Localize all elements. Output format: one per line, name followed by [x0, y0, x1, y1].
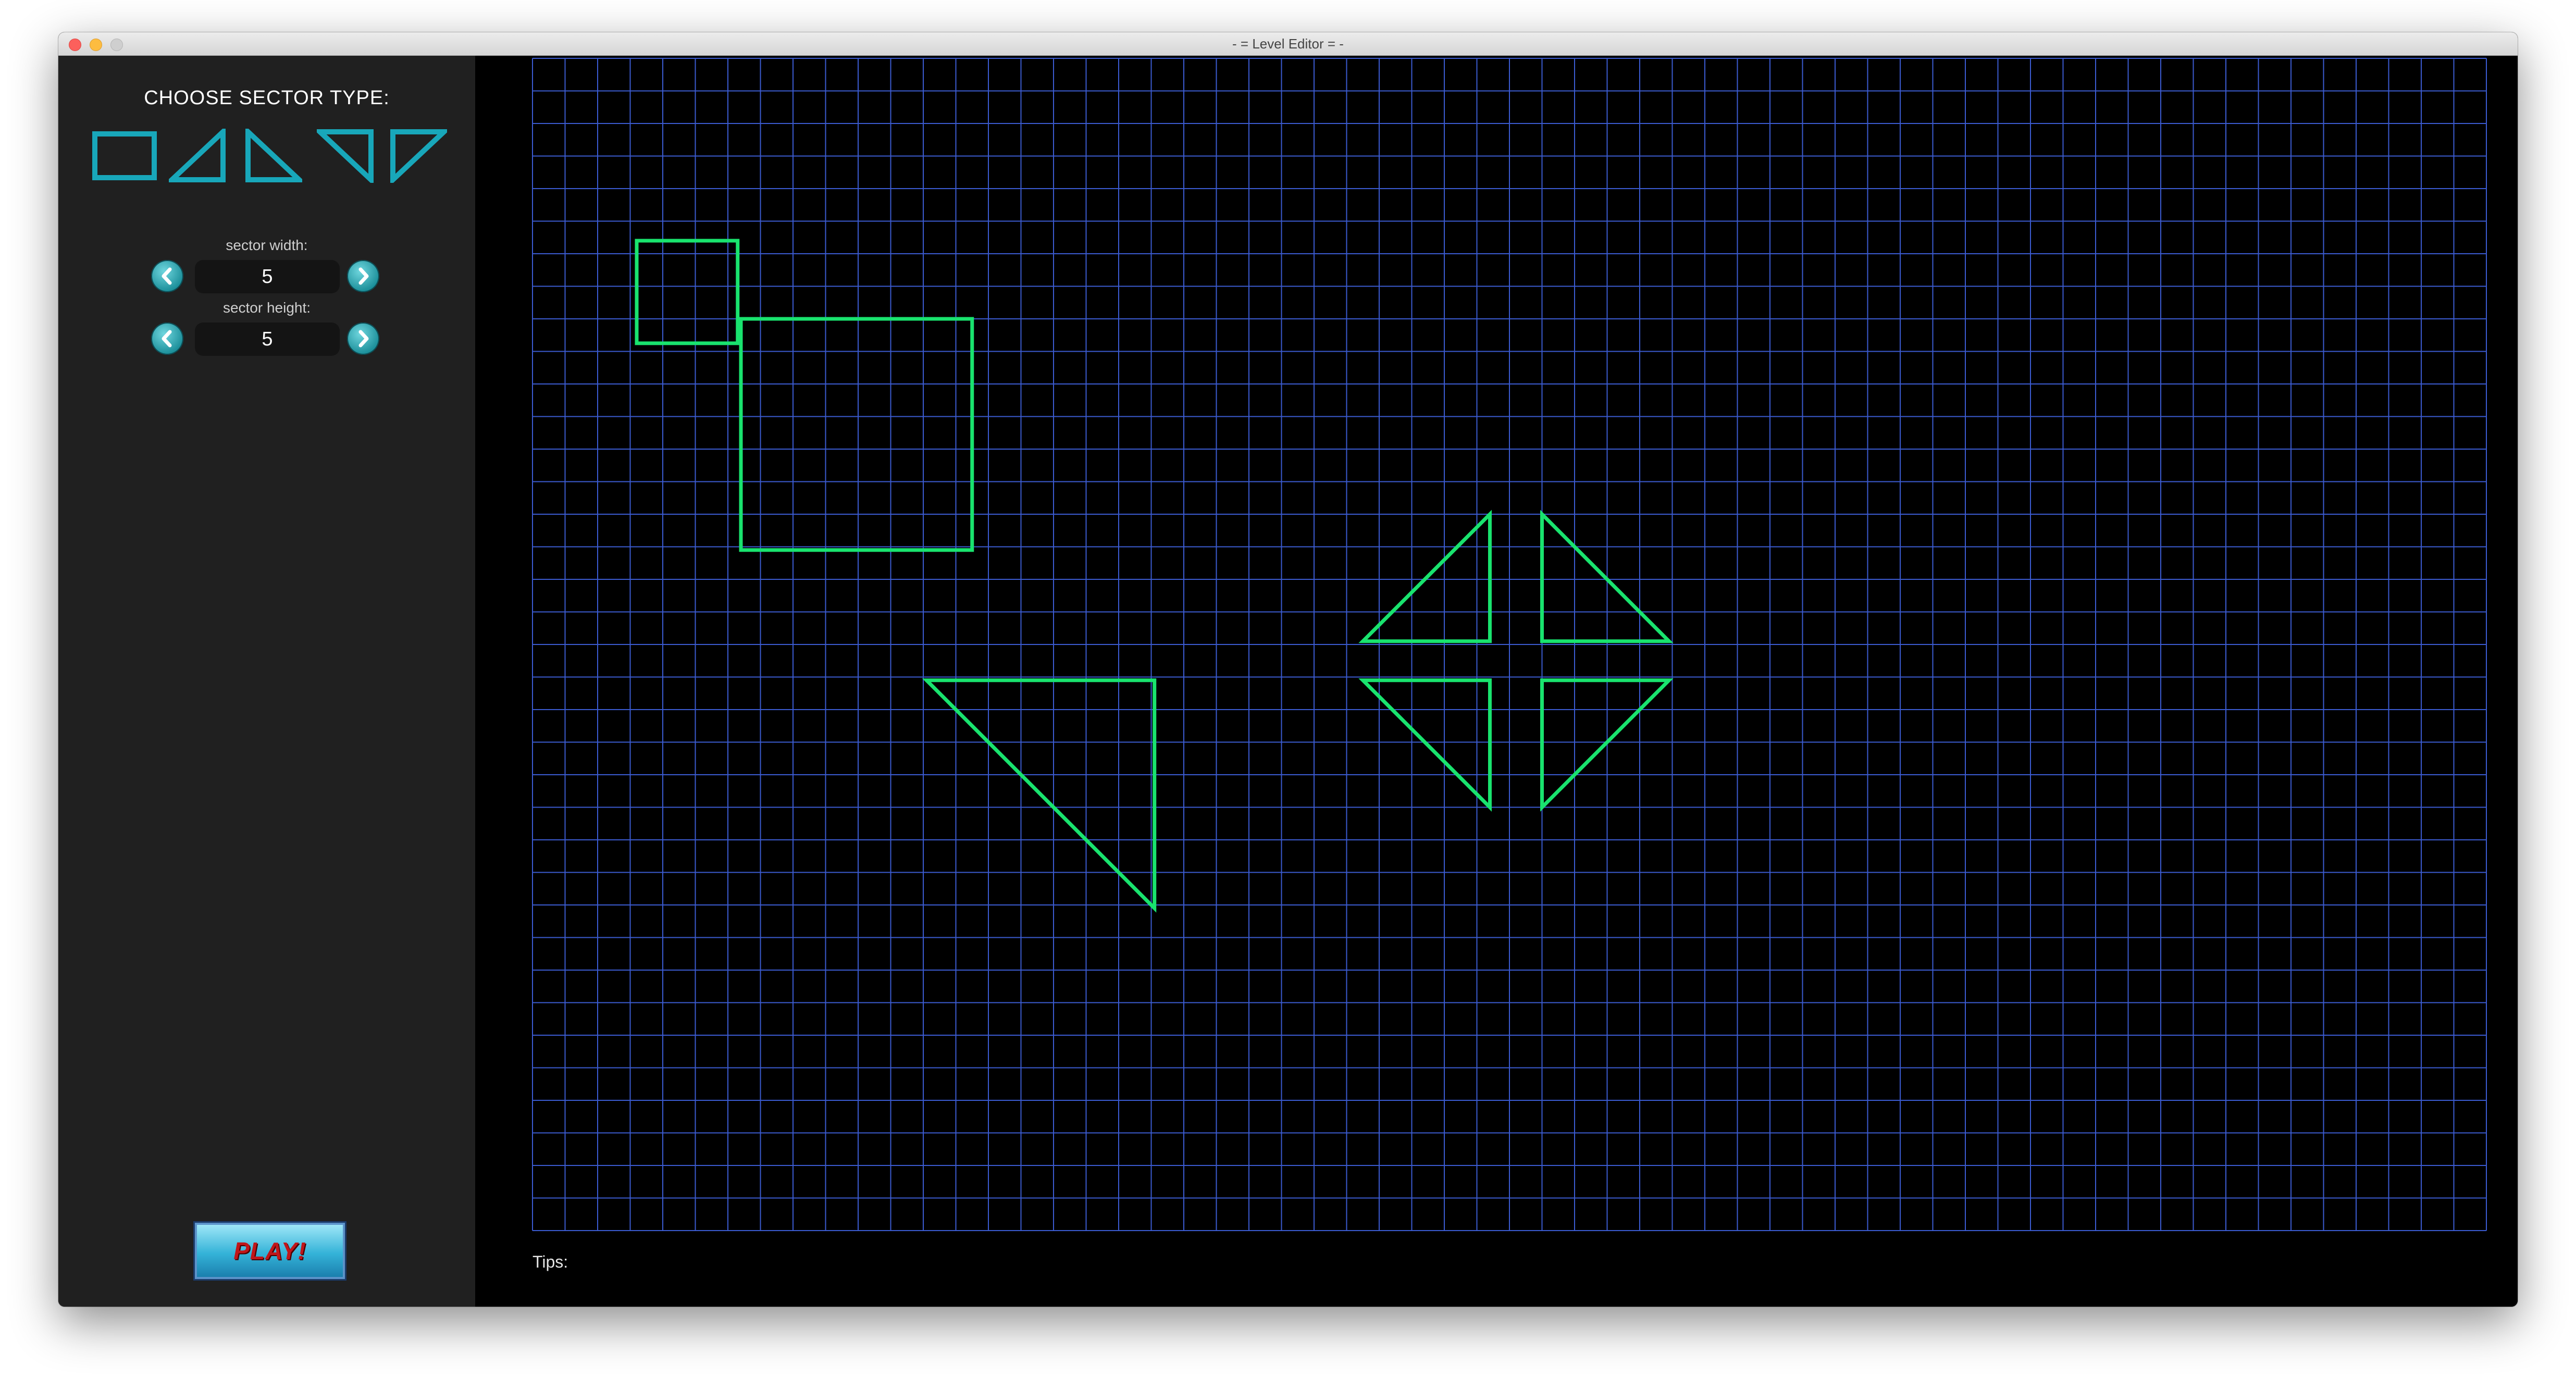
- sidebar-panel: CHOOSE SECTOR TYPE: sector width: 5 sect…: [58, 56, 475, 1307]
- level-editor-window: - = Level Editor = - CHOOSE SECTOR TYPE:: [58, 32, 2518, 1307]
- window-title: - = Level Editor = -: [1232, 36, 1344, 52]
- chevron-right-icon: [358, 330, 369, 348]
- sector-triangle-bottom-right[interactable]: [1358, 510, 1492, 643]
- sector-width-decrease-button[interactable]: [151, 260, 183, 292]
- chevron-left-icon: [162, 267, 172, 285]
- sector-height-label: sector height:: [222, 300, 311, 316]
- sector-width-value[interactable]: 5: [195, 260, 340, 293]
- sector-rectangle-small[interactable]: [635, 239, 740, 345]
- grid-lines: [532, 58, 2487, 1231]
- sector-width-increase-button[interactable]: [347, 260, 379, 292]
- right-triangle-bottom-left-icon: [245, 126, 306, 182]
- right-triangle-top-right-icon: [313, 129, 374, 186]
- chevron-right-icon: [358, 267, 369, 285]
- tips-label: Tips:: [532, 1252, 568, 1271]
- level-grid[interactable]: [475, 56, 2518, 1307]
- sector-shapes: [635, 239, 1674, 913]
- chevron-left-icon: [162, 330, 172, 348]
- sector-triangle-bottom-left[interactable]: [1540, 510, 1674, 643]
- sector-width-label: sector width:: [226, 237, 308, 253]
- sector-triangle-top-right[interactable]: [922, 678, 1157, 913]
- sector-triangle-top-left[interactable]: [1540, 678, 1674, 812]
- sector-height-value[interactable]: 5: [195, 322, 340, 356]
- right-triangle-top-left-icon: [390, 129, 451, 186]
- play-button[interactable]: PLAY!: [195, 1223, 345, 1279]
- sector-type-rectangle-button[interactable]: [92, 129, 157, 185]
- sector-height-increase-button[interactable]: [347, 322, 379, 355]
- choose-sector-heading: CHOOSE SECTOR TYPE:: [144, 87, 390, 109]
- sector-type-triangle-bottom-left-button[interactable]: [245, 126, 306, 185]
- level-canvas-area: Tips:: [475, 56, 2518, 1307]
- sector-height-decrease-button[interactable]: [151, 322, 183, 355]
- sector-type-triangle-bottom-right-button[interactable]: [165, 126, 226, 185]
- right-triangle-bottom-right-icon: [165, 126, 226, 182]
- title-bar: - = Level Editor = -: [58, 32, 2518, 56]
- sector-type-triangle-top-right-button[interactable]: [313, 129, 374, 186]
- rectangle-icon: [92, 131, 157, 180]
- sector-triangle-top-right-small[interactable]: [1358, 678, 1492, 812]
- sector-type-triangle-top-left-button[interactable]: [390, 129, 451, 186]
- sector-rectangle-large[interactable]: [739, 317, 974, 552]
